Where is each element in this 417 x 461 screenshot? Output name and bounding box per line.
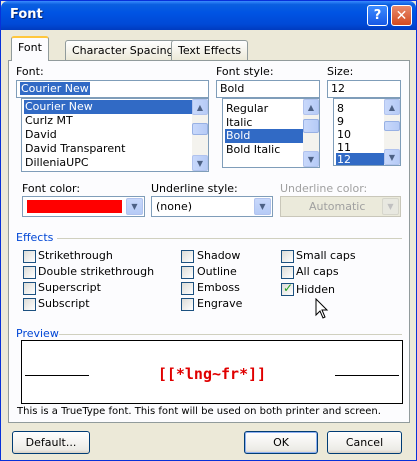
scroll-thumb[interactable] — [192, 123, 208, 135]
font-list-scrollbar[interactable]: ▲ ▼ — [192, 99, 208, 171]
strikethrough-checkbox[interactable] — [23, 250, 36, 263]
font-color-label: Font color: — [22, 182, 81, 195]
chevron-down-icon[interactable]: ▼ — [254, 198, 271, 215]
truetype-note: This is a TrueType font. This font will … — [17, 406, 381, 417]
engrave-checkbox[interactable] — [181, 298, 194, 311]
emboss-label[interactable]: Emboss — [197, 281, 240, 294]
preview-sample-text: [[*lng~fr*]] — [157, 365, 267, 383]
scroll-up-icon[interactable]: ▲ — [384, 99, 400, 115]
font-list-item[interactable]: DilleniaUPC — [24, 156, 192, 170]
help-icon[interactable]: ? — [367, 5, 388, 26]
preview-box: [[*lng~fr*]] — [21, 340, 403, 404]
shadow-checkbox[interactable] — [181, 250, 194, 263]
title-bar[interactable]: Font ? ✕ — [1, 1, 416, 30]
size-label: Size: — [327, 65, 354, 78]
font-label: Font: — [16, 65, 44, 78]
ok-button[interactable]: OK — [244, 431, 318, 454]
chevron-down-icon: ▼ — [382, 198, 399, 215]
outline-label[interactable]: Outline — [197, 265, 237, 278]
underline-style-value: (none) — [156, 200, 193, 213]
font-list-item[interactable]: David Transparent — [24, 142, 192, 156]
font-style-label: Font style: — [216, 65, 274, 78]
font-style-scrollbar[interactable]: ▲ ▼ — [303, 99, 319, 167]
underline-color-combo: Automatic ▼ — [280, 196, 401, 217]
size-input-value: 12 — [331, 82, 345, 95]
scroll-down-icon[interactable]: ▼ — [303, 151, 319, 167]
size-item[interactable]: 9 — [336, 115, 384, 129]
font-style-item[interactable]: Italic — [225, 116, 303, 130]
font-style-item[interactable]: Regular — [225, 102, 303, 116]
font-list-item[interactable]: Courier New — [24, 100, 192, 114]
chevron-down-icon[interactable]: ▼ — [126, 198, 143, 215]
small-caps-checkbox[interactable] — [281, 250, 294, 263]
size-list[interactable]: 8 9 10 11 12 ▲ ▼ — [333, 98, 401, 166]
underline-color-label: Underline color: — [280, 182, 368, 195]
outline-checkbox[interactable] — [181, 266, 194, 279]
cancel-button-label: Cancel — [345, 436, 384, 449]
small-caps-label[interactable]: Small caps — [296, 249, 356, 262]
font-style-item[interactable]: Bold Italic — [225, 143, 303, 157]
size-item[interactable]: 8 — [336, 102, 384, 116]
shadow-label[interactable]: Shadow — [197, 249, 240, 262]
superscript-label[interactable]: Superscript — [38, 281, 101, 294]
size-item[interactable]: 10 — [336, 128, 384, 142]
font-style-input[interactable]: Bold — [216, 80, 320, 98]
emboss-checkbox[interactable] — [181, 282, 194, 295]
font-input-value: Courier New — [20, 82, 90, 95]
tab-character-spacing[interactable]: Character Spacing — [65, 40, 181, 60]
default-button-label: Default... — [25, 436, 77, 449]
font-dialog: Font ? ✕ Font Character Spacing Text Eff… — [0, 0, 417, 461]
all-caps-checkbox[interactable] — [281, 266, 294, 279]
superscript-checkbox[interactable] — [23, 282, 36, 295]
double-strikethrough-checkbox[interactable] — [23, 266, 36, 279]
subscript-label[interactable]: Subscript — [38, 297, 90, 310]
all-caps-label[interactable]: All caps — [296, 265, 339, 278]
effects-divider — [57, 238, 402, 239]
double-strikethrough-label[interactable]: Double strikethrough — [38, 265, 154, 278]
size-item[interactable]: 12 — [336, 153, 384, 165]
tab-character-spacing-label: Character Spacing — [72, 44, 174, 57]
scroll-down-icon[interactable]: ▼ — [192, 155, 208, 171]
cancel-button[interactable]: Cancel — [327, 431, 402, 454]
preview-divider — [59, 334, 402, 335]
scroll-up-icon[interactable]: ▲ — [303, 99, 319, 115]
tab-font-label: Font — [18, 41, 42, 54]
font-color-swatch — [27, 200, 122, 213]
scroll-thumb[interactable] — [384, 121, 400, 131]
font-list-item[interactable]: David — [24, 128, 192, 142]
scroll-thumb[interactable] — [303, 119, 319, 133]
effects-group-label: Effects — [16, 231, 54, 244]
mouse-pointer-icon — [315, 298, 329, 319]
font-color-combo[interactable]: ▼ — [22, 196, 145, 217]
font-list-item[interactable]: Curlz MT — [24, 114, 192, 128]
default-button[interactable]: Default... — [12, 431, 90, 454]
dialog-title: Font — [10, 7, 43, 22]
subscript-checkbox[interactable] — [23, 298, 36, 311]
font-input[interactable]: Courier New — [16, 80, 209, 98]
hidden-checkbox[interactable] — [281, 281, 294, 296]
underline-style-label: Underline style: — [151, 182, 238, 195]
close-icon[interactable]: ✕ — [391, 5, 412, 26]
tab-text-effects-label: Text Effects — [178, 44, 242, 57]
font-style-item[interactable]: Bold — [225, 129, 303, 143]
underline-color-value: Automatic — [309, 200, 366, 213]
ok-button-label: OK — [273, 436, 289, 449]
size-scrollbar[interactable]: ▲ ▼ — [384, 99, 400, 165]
preview-group-label: Preview — [16, 327, 59, 340]
tab-font[interactable]: Font — [11, 36, 49, 61]
engrave-label[interactable]: Engrave — [197, 297, 242, 310]
strikethrough-label[interactable]: Strikethrough — [38, 249, 113, 262]
underline-style-combo[interactable]: (none) ▼ — [151, 196, 273, 217]
font-style-input-value: Bold — [220, 82, 245, 95]
hidden-label[interactable]: Hidden — [296, 283, 335, 296]
scroll-down-icon[interactable]: ▼ — [384, 149, 400, 165]
font-style-list[interactable]: Regular Italic Bold Bold Italic ▲ ▼ — [222, 98, 320, 168]
tab-text-effects[interactable]: Text Effects — [171, 40, 249, 60]
scroll-up-icon[interactable]: ▲ — [192, 99, 208, 115]
size-input[interactable]: 12 — [327, 80, 401, 98]
font-list[interactable]: Courier New Curlz MT David David Transpa… — [21, 98, 209, 172]
preview-baseline-right — [335, 375, 399, 376]
